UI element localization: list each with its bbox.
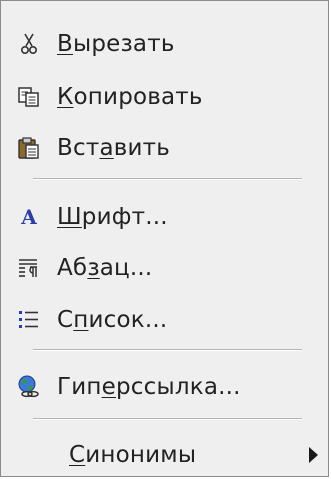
submenu-arrow-icon <box>309 447 318 463</box>
menu-item-label: Вырезать <box>57 31 175 57</box>
font-icon: A <box>15 203 43 231</box>
menu-item-label: Абзац... <box>57 255 153 281</box>
clipboard-paste-icon <box>15 134 43 162</box>
menu-item-label: Синонимы <box>69 442 197 468</box>
context-menu: Вырезать Копировать Вставить A Шрифт... … <box>0 0 329 477</box>
menu-item-cut[interactable]: Вырезать <box>1 22 328 66</box>
paragraph-icon <box>15 254 43 282</box>
menu-item-label: Список... <box>57 307 168 333</box>
menu-item-list[interactable]: Список... <box>1 298 328 342</box>
menu-item-label: Копировать <box>57 84 203 110</box>
svg-text:A: A <box>20 205 37 229</box>
scissors-icon <box>15 30 43 58</box>
menu-item-label: Вставить <box>57 135 170 161</box>
menu-item-copy[interactable]: Копировать <box>1 75 328 119</box>
menu-item-hyperlink[interactable]: Гиперссылка... <box>1 365 328 409</box>
menu-item-paragraph[interactable]: Абзац... <box>1 246 328 290</box>
menu-separator <box>33 418 302 420</box>
menu-separator <box>33 178 302 180</box>
menu-item-synonyms[interactable]: Синонимы <box>1 433 328 477</box>
menu-item-label: Гиперссылка... <box>57 374 241 400</box>
menu-item-label: Шрифт... <box>57 204 168 230</box>
menu-item-paste[interactable]: Вставить <box>1 126 328 170</box>
copy-icon <box>15 83 43 111</box>
menu-separator <box>33 349 302 351</box>
bullet-list-icon <box>15 306 43 334</box>
globe-link-icon <box>15 373 43 401</box>
menu-item-font[interactable]: A Шрифт... <box>1 195 328 239</box>
